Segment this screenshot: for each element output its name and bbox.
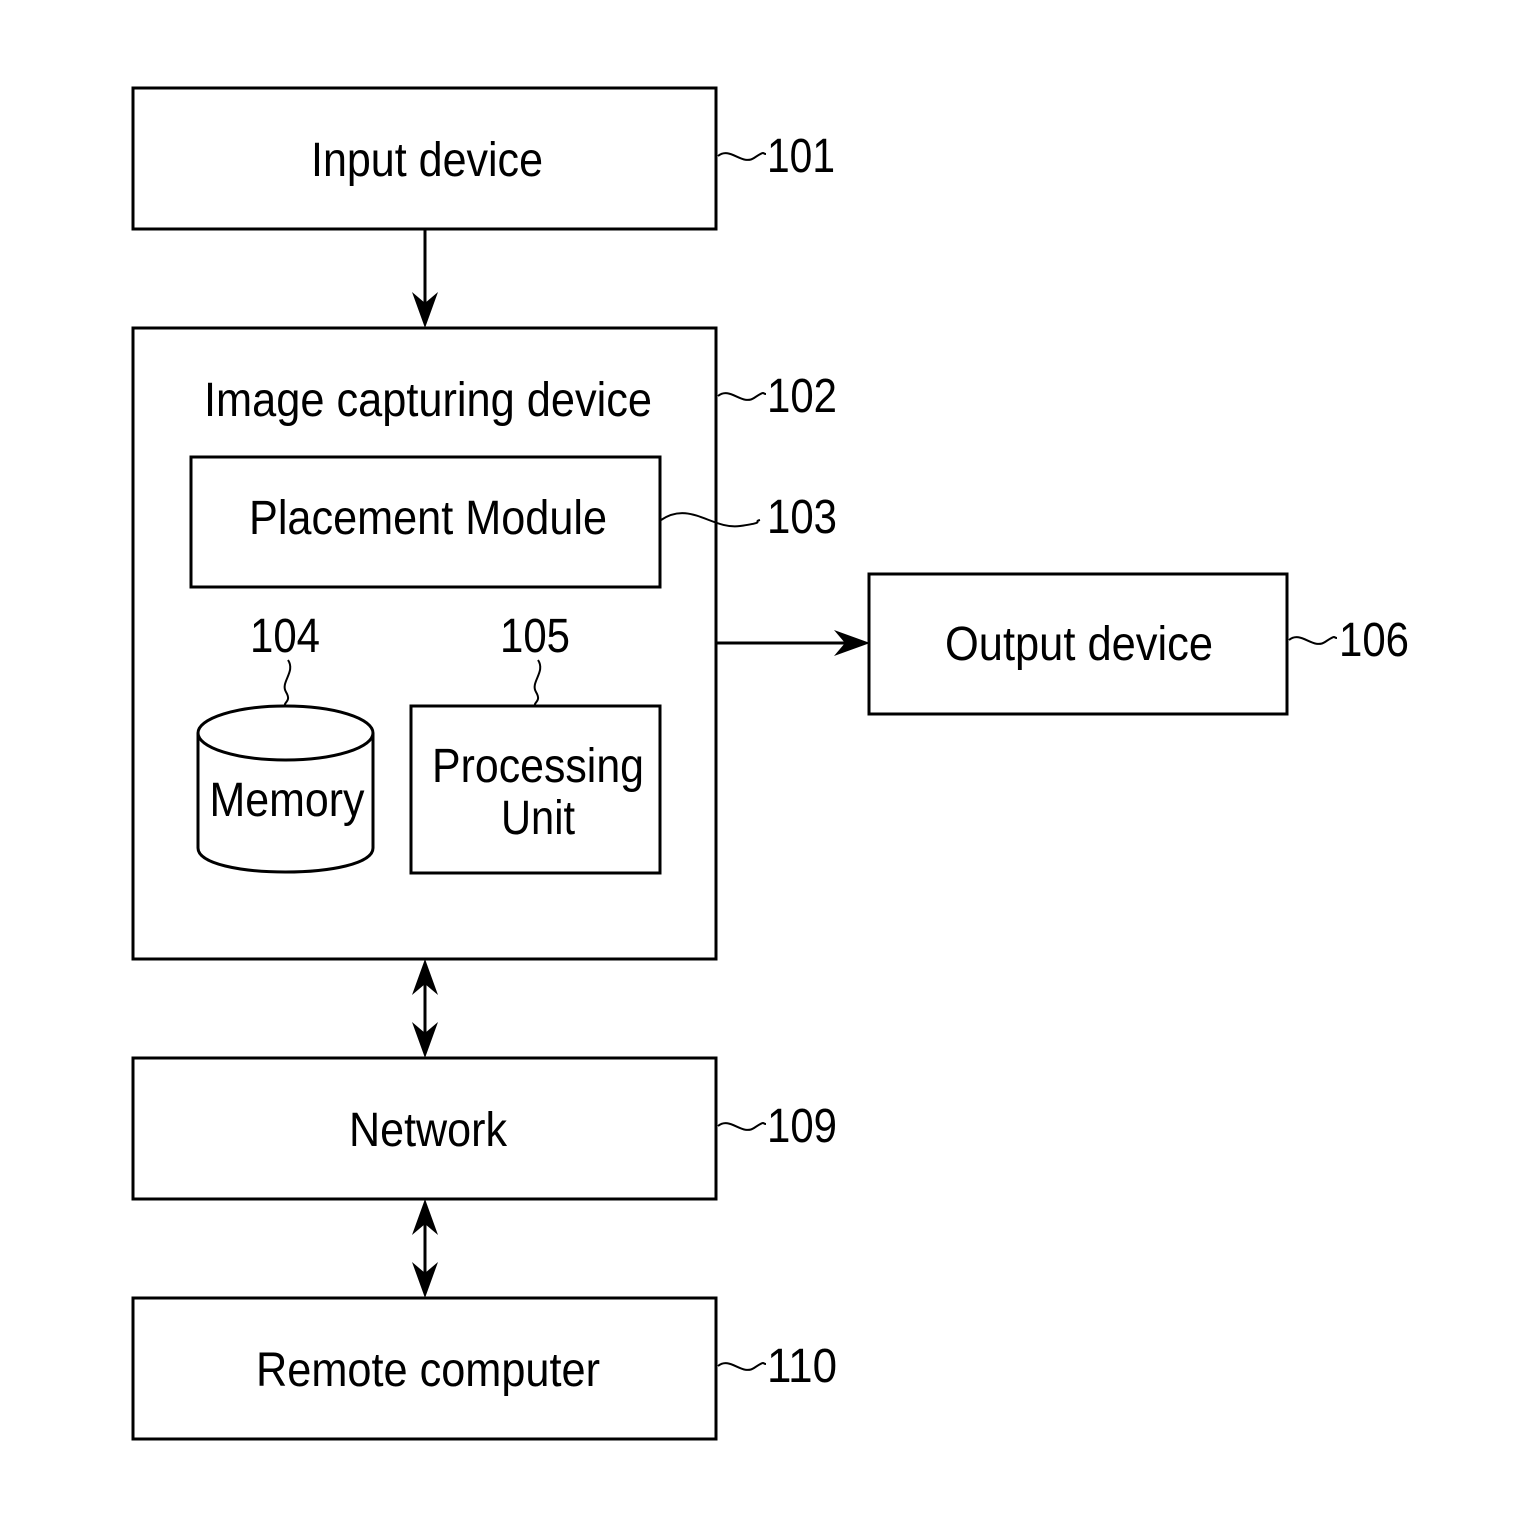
ref-106: 106 xyxy=(1339,614,1409,667)
ref-leader-109 xyxy=(717,1122,767,1131)
ref-105: 105 xyxy=(500,610,570,663)
processing-unit-label-line1: Processing xyxy=(432,740,644,793)
ref-110: 110 xyxy=(767,1340,837,1393)
input-device-node: Input device 101 xyxy=(131,86,835,231)
ref-109: 109 xyxy=(767,1100,837,1153)
arrow-input-to-capture xyxy=(412,230,438,328)
memory-cylinder-top xyxy=(196,704,375,762)
ref-104: 104 xyxy=(250,610,320,663)
ref-leader-101 xyxy=(717,152,767,161)
arrow-capture-to-output xyxy=(716,630,870,656)
memory-label: Memory xyxy=(210,774,365,827)
output-device-label: Output device xyxy=(945,618,1213,671)
arrow-capture-network-bidirectional xyxy=(412,959,438,1058)
arrow-network-remote-bidirectional xyxy=(412,1199,438,1298)
processing-unit-label-line2: Unit xyxy=(501,792,575,845)
output-device-node: Output device 106 xyxy=(867,572,1409,716)
ref-leader-110 xyxy=(717,1362,767,1371)
image-capturing-device-label: Image capturing device xyxy=(204,374,652,427)
block-diagram: Input device 101 Image capturing device … xyxy=(131,86,1409,1441)
ref-leader-102 xyxy=(717,392,767,401)
ref-102: 102 xyxy=(767,370,837,423)
ref-101: 101 xyxy=(767,130,835,183)
ref-103: 103 xyxy=(767,491,837,544)
ref-leader-106 xyxy=(1288,636,1338,645)
remote-computer-node: Remote computer 110 xyxy=(131,1296,837,1441)
input-device-label: Input device xyxy=(311,134,543,187)
network-label: Network xyxy=(349,1104,508,1157)
remote-computer-label: Remote computer xyxy=(256,1344,600,1397)
network-node: Network 109 xyxy=(131,1056,837,1201)
placement-module-label: Placement Module xyxy=(249,492,607,545)
placement-module-node: Placement Module 103 xyxy=(189,455,837,589)
